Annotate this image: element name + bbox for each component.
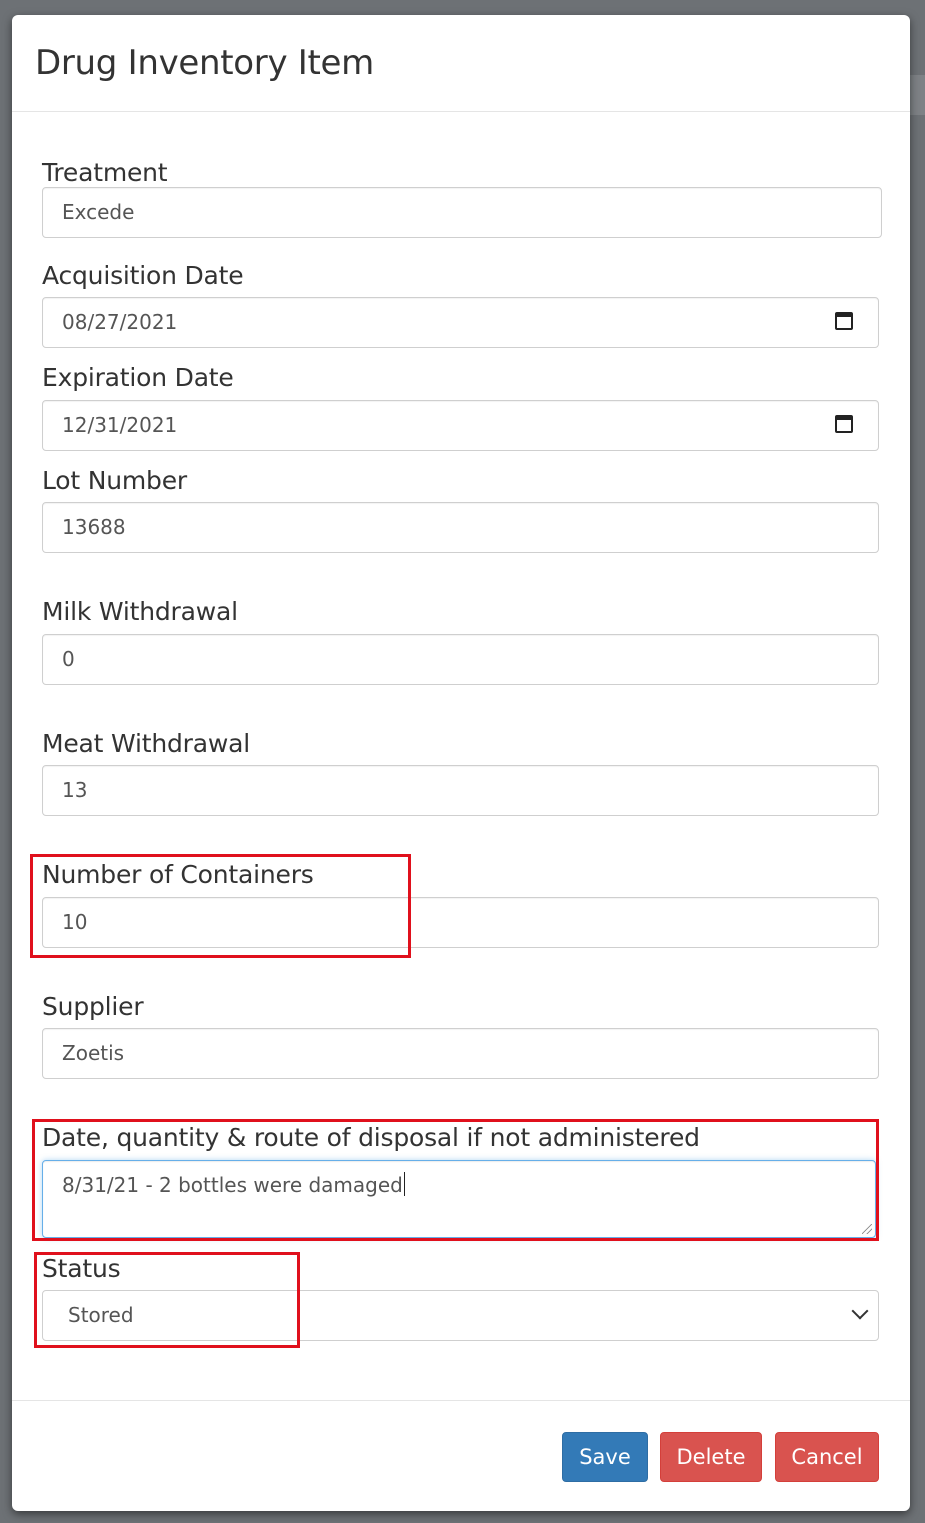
disposal-text: 8/31/21 - 2 bottles were damaged (62, 1173, 403, 1197)
expiration-date-value: 12/31/2021 (62, 413, 178, 437)
drug-inventory-modal: Drug Inventory Item Treatment Excede Acq… (12, 15, 910, 1511)
milk-withdrawal-label: Milk Withdrawal (42, 597, 238, 626)
modal-title: Drug Inventory Item (35, 43, 374, 83)
save-button[interactable]: Save (562, 1432, 648, 1482)
supplier-label: Supplier (42, 992, 144, 1021)
text-caret (403, 1172, 405, 1196)
acquisition-date-input[interactable]: 08/27/2021 (42, 297, 879, 348)
expiration-date-input[interactable]: 12/31/2021 (42, 400, 879, 451)
disposal-label: Date, quantity & route of disposal if no… (42, 1123, 700, 1152)
meat-withdrawal-input[interactable]: 13 (42, 765, 879, 816)
modal-header: Drug Inventory Item (12, 15, 910, 112)
status-select[interactable]: Stored (42, 1290, 879, 1341)
calendar-icon[interactable] (835, 312, 853, 330)
number-of-containers-label: Number of Containers (42, 860, 314, 889)
background-strip (910, 75, 925, 115)
disposal-textarea[interactable]: 8/31/21 - 2 bottles were damaged (42, 1160, 876, 1238)
acquisition-date-value: 08/27/2021 (62, 310, 178, 334)
milk-withdrawal-input[interactable]: 0 (42, 634, 879, 685)
calendar-icon[interactable] (835, 415, 853, 433)
treatment-input[interactable]: Excede (42, 187, 882, 238)
status-label: Status (42, 1254, 121, 1283)
expiration-date-label: Expiration Date (42, 363, 234, 392)
lot-number-label: Lot Number (42, 466, 187, 495)
meat-withdrawal-label: Meat Withdrawal (42, 729, 250, 758)
chevron-down-icon (851, 1302, 869, 1320)
delete-button[interactable]: Delete (660, 1432, 762, 1482)
number-of-containers-input[interactable]: 10 (42, 897, 879, 948)
supplier-input[interactable]: Zoetis (42, 1028, 879, 1079)
status-selected-value: Stored (68, 1303, 134, 1327)
lot-number-input[interactable]: 13688 (42, 502, 879, 553)
resize-handle[interactable] (862, 1224, 872, 1234)
treatment-label: Treatment (42, 158, 168, 187)
acquisition-date-label: Acquisition Date (42, 261, 244, 290)
cancel-button[interactable]: Cancel (775, 1432, 879, 1482)
modal-footer: Save Delete Cancel (12, 1400, 910, 1511)
